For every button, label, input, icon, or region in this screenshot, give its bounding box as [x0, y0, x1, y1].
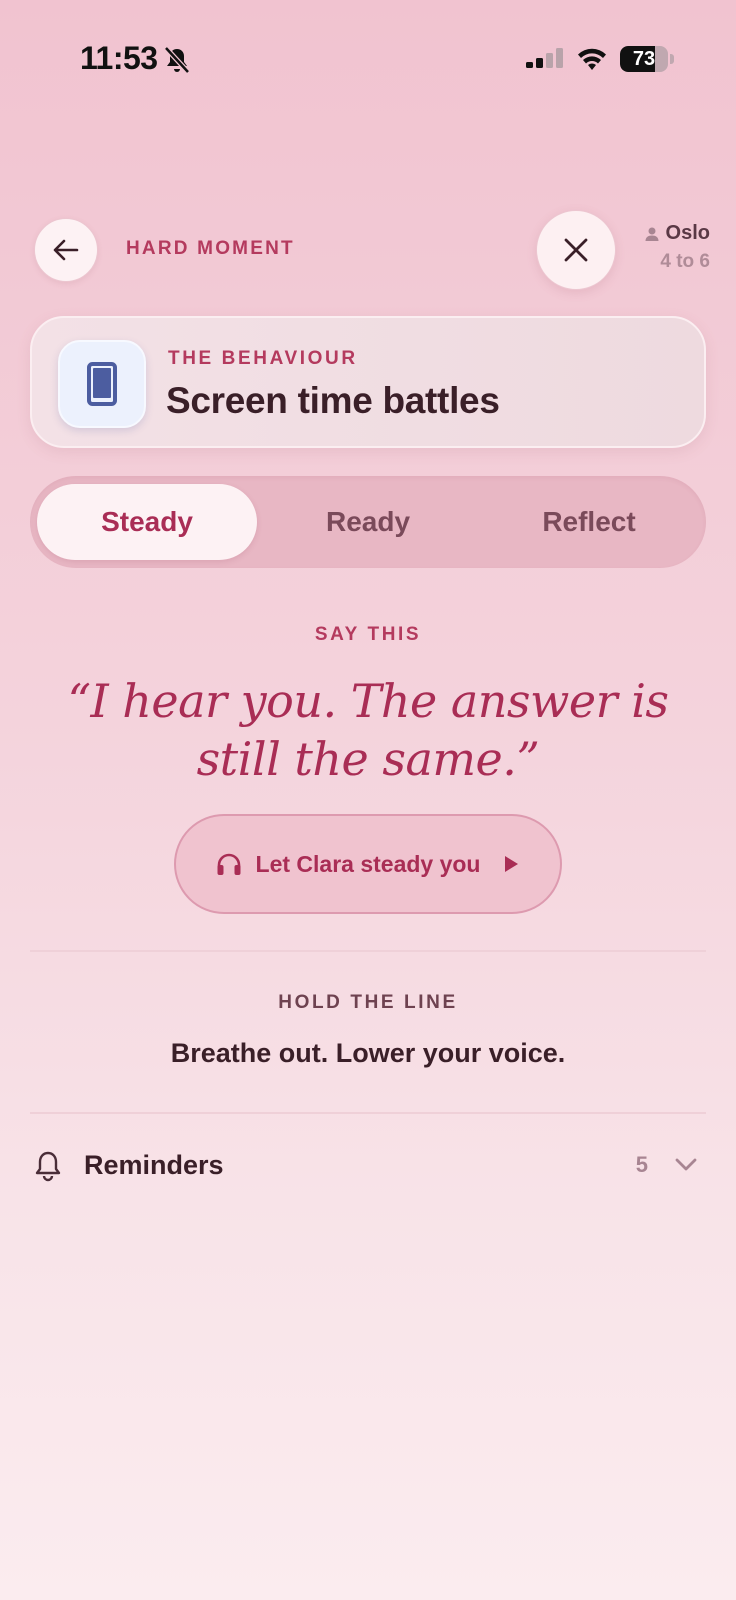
behaviour-title: Screen time battles [166, 380, 500, 421]
back-button[interactable] [34, 218, 98, 282]
bell-slash-icon [164, 46, 190, 74]
person-icon [645, 227, 659, 241]
mode-tabs: Steady Ready Reflect [30, 476, 706, 568]
page-title: HARD MOMENT [126, 238, 295, 259]
reminders-count: 5 [635, 1152, 648, 1177]
divider [30, 1112, 706, 1114]
audio-guide-label: Let Clara steady you [255, 850, 481, 877]
hold-the-line-label: HOLD THE LINE [278, 992, 458, 1013]
status-bar: 11:53 73 [0, 0, 736, 120]
cellular-signal-icon [526, 48, 563, 68]
behaviour-icon-tile [58, 340, 146, 428]
tab-reflect[interactable]: Reflect [479, 484, 699, 560]
status-time: 11:53 [80, 40, 158, 76]
say-this-label: SAY THIS [314, 624, 422, 645]
battery-icon: 73 [620, 46, 668, 72]
chevron-down-icon [675, 1158, 697, 1171]
child-profile[interactable]: Oslo 4 to 6 [644, 222, 710, 273]
script-quote: “I hear you. The answer is still the sam… [67, 674, 669, 786]
arrow-left-icon [53, 239, 79, 261]
bell-icon [35, 1151, 61, 1182]
audio-guide-button[interactable]: Let Clara steady you [174, 814, 562, 914]
reminders-row[interactable]: Reminders 5 [30, 1140, 706, 1192]
profile-name-row: Oslo [644, 222, 710, 245]
behaviour-card[interactable]: THE BEHAVIOUR Screen time battles [30, 316, 706, 448]
hold-the-line-text: Breathe out. Lower your voice. [170, 1038, 566, 1068]
battery-level-text: 73 [632, 48, 656, 70]
reminders-label: Reminders [84, 1150, 224, 1180]
close-icon [564, 238, 588, 262]
profile-name: Oslo [665, 222, 710, 244]
divider [30, 950, 706, 952]
phone-icon [87, 362, 117, 406]
battery-tip [670, 54, 674, 64]
tab-ready[interactable]: Ready [258, 484, 478, 560]
behaviour-label: THE BEHAVIOUR [168, 348, 358, 369]
play-icon [505, 856, 519, 872]
wifi-icon [578, 48, 606, 70]
tab-steady[interactable]: Steady [37, 484, 257, 560]
headphones-icon [217, 853, 241, 875]
profile-age-range: 4 to 6 [660, 251, 710, 272]
close-button[interactable] [536, 210, 616, 290]
